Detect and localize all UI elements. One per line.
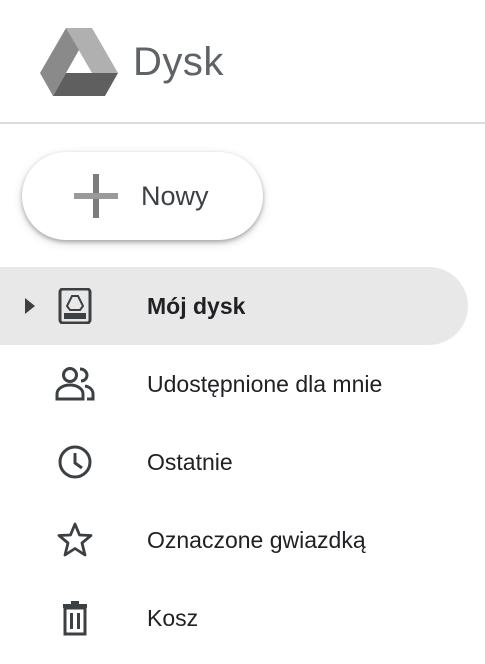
sidebar-item-starred[interactable]: Oznaczone gwiazdką bbox=[0, 501, 468, 579]
trash-icon bbox=[63, 601, 87, 636]
google-drive-logo-icon[interactable] bbox=[40, 28, 118, 96]
sidebar-item-label: Oznaczone gwiazdką bbox=[147, 527, 366, 553]
sidebar-item-label: Ostatnie bbox=[147, 449, 233, 475]
app-title: Dysk bbox=[133, 40, 224, 84]
sidebar-item-my-drive[interactable]: Mój dysk bbox=[0, 267, 468, 345]
app-header: Dysk bbox=[0, 0, 485, 124]
shared-people-icon bbox=[55, 367, 95, 401]
star-icon bbox=[57, 522, 93, 557]
plus-icon bbox=[74, 174, 118, 218]
sidebar-nav: Mój dysk Udostępnione dla mnie Ostatnie … bbox=[0, 267, 485, 657]
my-drive-icon bbox=[58, 288, 92, 324]
new-button-label: Nowy bbox=[141, 181, 209, 211]
sidebar-item-recent[interactable]: Ostatnie bbox=[0, 423, 468, 501]
drive-sidebar: Dysk Nowy Mój dysk Udostępnione dla mnie… bbox=[0, 0, 485, 664]
clock-icon bbox=[58, 445, 92, 479]
sidebar-item-shared-with-me[interactable]: Udostępnione dla mnie bbox=[0, 345, 468, 423]
sidebar-item-label: Kosz bbox=[147, 605, 199, 631]
sidebar-item-label: Mój dysk bbox=[147, 293, 246, 319]
sidebar-item-trash[interactable]: Kosz bbox=[0, 579, 468, 657]
expand-caret-icon[interactable] bbox=[25, 298, 35, 314]
new-button[interactable]: Nowy bbox=[22, 152, 263, 240]
sidebar-item-label: Udostępnione dla mnie bbox=[147, 371, 383, 397]
